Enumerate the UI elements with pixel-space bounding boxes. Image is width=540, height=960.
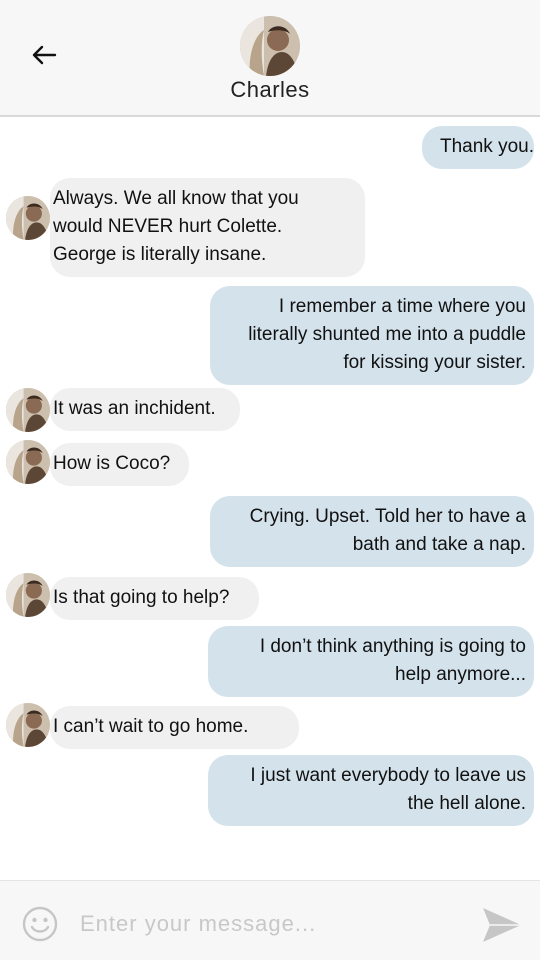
message-line: I can’t wait to go home. [53, 716, 249, 737]
message-composer [0, 880, 540, 960]
message-line: the hell alone. [407, 793, 526, 814]
emoji-button[interactable] [22, 906, 58, 942]
chat-header: Charles [0, 0, 540, 117]
message-line: Thank you. [440, 136, 534, 157]
message-input[interactable] [80, 905, 460, 943]
arrow-left-icon [32, 45, 57, 65]
sender-avatar[interactable] [6, 388, 50, 432]
sender-avatar[interactable] [6, 196, 50, 240]
incoming-message: Is that going to help? [50, 577, 259, 620]
outgoing-message: I just want everybody to leave us the he… [208, 755, 534, 826]
contact-avatar[interactable] [240, 16, 300, 76]
back-button[interactable] [26, 38, 62, 72]
message-line: literally shunted me into a puddle [248, 324, 526, 345]
message-line: Always. We all know that you [53, 188, 299, 209]
message-line: for kissing your sister. [343, 352, 526, 373]
outgoing-message: Thank you. [422, 126, 534, 169]
message-line: It was an inchident. [53, 398, 216, 419]
message-line: I don’t think anything is going to [259, 636, 526, 657]
incoming-message: It was an inchident. [50, 388, 240, 431]
incoming-message: How is Coco? [50, 443, 189, 486]
sender-avatar[interactable] [6, 440, 50, 484]
outgoing-message: I don’t think anything is going to help … [208, 626, 534, 697]
message-line: I just want everybody to leave us [250, 765, 526, 786]
message-line: Is that going to help? [53, 587, 230, 608]
incoming-message: I can’t wait to go home. [50, 706, 299, 749]
message-line: How is Coco? [53, 453, 171, 474]
sender-avatar[interactable] [6, 573, 50, 617]
message-line: I remember a time where you [278, 296, 526, 317]
sender-avatar[interactable] [6, 703, 50, 747]
send-button[interactable] [480, 905, 524, 945]
message-line: would NEVER hurt Colette. [53, 216, 283, 237]
outgoing-message: Crying. Upset. Told her to have a bath a… [210, 496, 534, 567]
incoming-message: Always. We all know that you would NEVER… [50, 178, 365, 277]
outgoing-message: I remember a time where you literally sh… [210, 286, 534, 385]
message-list[interactable]: Thank you. Always. We all know that you … [0, 118, 540, 880]
contact-name: Charles [230, 77, 310, 102]
message-line: Crying. Upset. Told her to have a [249, 506, 526, 527]
avatar-photo [240, 16, 300, 76]
message-line: George is literally insane. [53, 244, 267, 265]
send-icon [483, 908, 521, 942]
smiley-icon [22, 906, 58, 942]
message-line: bath and take a nap. [352, 534, 526, 555]
message-line: help anymore... [395, 664, 526, 685]
